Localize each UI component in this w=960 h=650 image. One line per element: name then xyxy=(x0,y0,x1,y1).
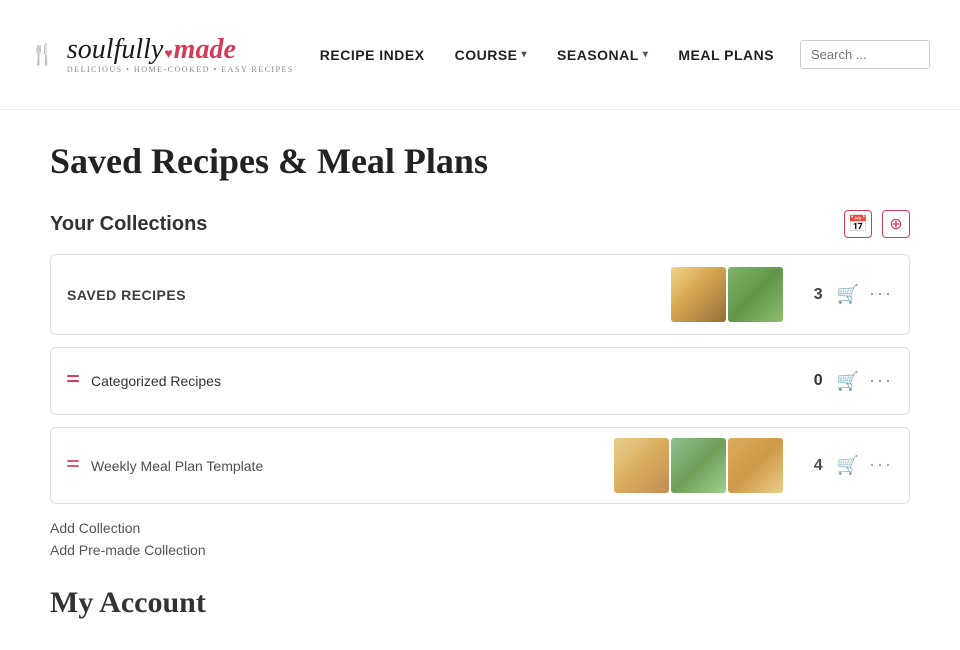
main-content: Saved Recipes & Meal Plans Your Collecti… xyxy=(0,110,960,650)
nav-course[interactable]: COURSE ▾ xyxy=(455,47,527,63)
cart-icon-categorized[interactable]: 🛒 xyxy=(837,371,859,392)
page-title: Saved Recipes & Meal Plans xyxy=(50,140,910,182)
collection-count-categorized: 0 xyxy=(803,372,823,390)
collections-actions: 📅 ⊕ xyxy=(844,210,910,238)
collection-card-categorized[interactable]: Categorized Recipes 0 🛒 ··· xyxy=(50,347,910,415)
my-account-heading: My Account xyxy=(50,586,910,620)
course-chevron-icon: ▾ xyxy=(522,49,528,60)
logo-soulfully: soulfully xyxy=(67,36,163,64)
nav-seasonal[interactable]: SEASONAL ▾ xyxy=(557,47,648,63)
search-input[interactable] xyxy=(811,47,919,62)
calendar-icon: 📅 xyxy=(848,214,868,234)
collections-header: Your Collections 📅 ⊕ xyxy=(50,210,910,238)
add-collection-link[interactable]: Add Collection xyxy=(50,520,910,536)
add-collection-icon-button[interactable]: ⊕ xyxy=(882,210,910,238)
drag-line-2 xyxy=(67,380,79,382)
nav-meal-plans[interactable]: MEAL PLANS xyxy=(678,47,774,63)
drag-line-1 xyxy=(67,375,79,377)
main-nav: RECIPE INDEX COURSE ▾ SEASONAL ▾ MEAL PL… xyxy=(320,47,774,63)
bottom-links: Add Collection Add Pre-made Collection xyxy=(50,520,910,558)
logo-utensil-icon: 🍴 xyxy=(30,42,55,67)
seasonal-chevron-icon: ▾ xyxy=(643,49,649,60)
add-premade-link[interactable]: Add Pre-made Collection xyxy=(50,542,910,558)
logo[interactable]: 🍴 soulfully ♥ made DELICIOUS • HOME-COOK… xyxy=(30,36,294,74)
collections-heading: Your Collections xyxy=(50,213,207,236)
logo-tagline: DELICIOUS • HOME-COOKED • EASY RECIPES xyxy=(67,66,294,74)
calendar-icon-button[interactable]: 📅 xyxy=(844,210,872,238)
logo-heart-icon: ♥ xyxy=(164,48,172,62)
logo-text: soulfully ♥ made DELICIOUS • HOME-COOKED… xyxy=(67,36,294,74)
site-header: 🍴 soulfully ♥ made DELICIOUS • HOME-COOK… xyxy=(0,0,960,110)
food-thumbnail-2 xyxy=(728,267,783,322)
collection-images-saved xyxy=(671,267,783,322)
collection-card-saved-recipes[interactable]: SAVED RECIPES 3 🛒 ··· xyxy=(50,254,910,335)
nav-recipe-index[interactable]: RECIPE INDEX xyxy=(320,47,425,63)
food-thumbnail-5 xyxy=(728,438,783,493)
more-options-categorized[interactable]: ··· xyxy=(869,371,893,392)
collections-section: Your Collections 📅 ⊕ SAVED RECIPES 3 🛒 ·… xyxy=(50,210,910,558)
collection-images-weekly xyxy=(614,438,783,493)
collection-card-weekly-meal[interactable]: Weekly Meal Plan Template 4 🛒 ··· xyxy=(50,427,910,504)
drag-handle-categorized[interactable] xyxy=(67,375,79,387)
plus-icon: ⊕ xyxy=(889,214,902,234)
search-box[interactable] xyxy=(800,40,930,69)
logo-made: made xyxy=(174,36,236,64)
collection-name-categorized: Categorized Recipes xyxy=(91,373,803,389)
